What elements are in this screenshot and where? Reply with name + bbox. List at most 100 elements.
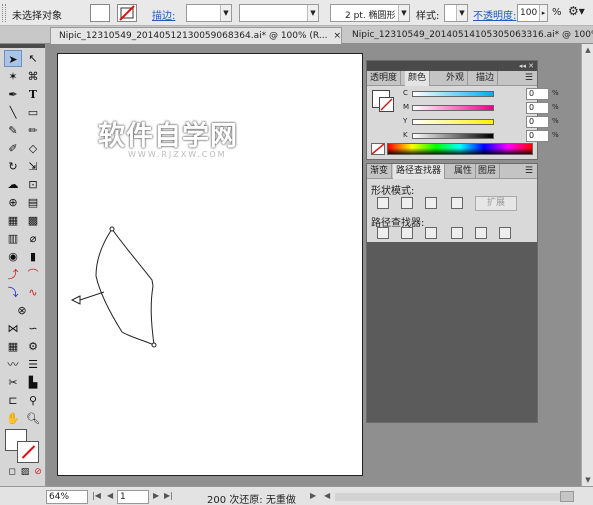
warp-tool-icon[interactable]: ☁ <box>4 176 22 193</box>
add-anchor-point-icon[interactable]: ⤴ <box>4 266 22 283</box>
panel-options-icon[interactable]: ⚙▾ <box>568 4 585 18</box>
artboard[interactable]: 软件自学网 WWW.RJZXW.COM <box>57 53 363 476</box>
crystallize-tool-icon[interactable]: ⚙ <box>24 338 42 355</box>
panel-menu-icon[interactable]: ☰ <box>525 73 533 83</box>
scroll-down-icon[interactable]: ▼ <box>582 474 593 486</box>
rectangle-tool-icon[interactable]: ▭ <box>24 104 42 121</box>
exclude-icon[interactable] <box>451 197 463 209</box>
stroke-color-swatch[interactable] <box>117 4 137 22</box>
stroke-link[interactable]: 描边: <box>152 7 175 22</box>
eyedropper-icon[interactable]: ⚲ <box>24 392 42 409</box>
live-paint-tool-icon[interactable]: ▤ <box>24 194 42 211</box>
column-graph-tool-icon[interactable]: ▮ <box>24 248 42 265</box>
rotate-tool-icon[interactable]: ↻ <box>4 158 22 175</box>
outline-icon[interactable] <box>475 227 487 239</box>
line-tool-icon[interactable]: ╲ <box>4 104 22 121</box>
artboard-tool-icon[interactable]: ⋈ <box>4 320 22 337</box>
curvature-tool-icon[interactable]: ∿ <box>24 284 42 301</box>
minus-back-icon[interactable] <box>499 227 511 239</box>
shape-builder-tool-icon[interactable]: ⊕ <box>4 194 22 211</box>
hand-tool-icon[interactable]: ✋ <box>4 410 22 427</box>
list-tool-icon[interactable]: ☰ <box>24 356 42 373</box>
last-page-icon[interactable]: ▶| <box>164 491 173 500</box>
slice-tool-icon[interactable]: ∽ <box>24 320 42 337</box>
intersect-icon[interactable] <box>425 197 437 209</box>
graph-tool-icon[interactable]: ▙ <box>24 374 42 391</box>
chart-tool-icon[interactable]: 〰 <box>4 356 22 373</box>
panel-menu-icon[interactable]: ☰ <box>525 166 533 176</box>
horizontal-scroll-thumb[interactable] <box>560 491 574 502</box>
scroll-left-icon[interactable]: ◀ <box>324 491 330 500</box>
c-value-input[interactable]: 0 <box>526 88 549 100</box>
first-page-icon[interactable]: |◀ <box>92 491 101 500</box>
magic-wand-tool-icon[interactable]: ✶ <box>4 68 22 85</box>
stroke-weight-dropdown[interactable]: ▼ <box>186 4 232 22</box>
tab-pathfinder[interactable]: 路径查找器 <box>393 164 446 179</box>
previous-page-icon[interactable]: ◀ <box>107 491 113 500</box>
trim-icon[interactable] <box>401 227 413 239</box>
document-tab-2[interactable]: Nipic_12310549_20140514105305063316.ai* … <box>344 27 593 44</box>
graphic-style-dropdown[interactable]: ▼ <box>444 4 468 22</box>
knife-tool-icon[interactable]: ✂ <box>4 374 22 391</box>
page-number-input[interactable]: 1 <box>117 490 149 504</box>
tab-layers[interactable]: 图层 <box>475 164 501 179</box>
m-slider[interactable] <box>412 105 494 111</box>
lasso-tool-icon[interactable]: ⌘ <box>24 68 42 85</box>
y-value-input[interactable]: 0 <box>526 116 549 128</box>
gradient-tool-icon[interactable]: ▥ <box>4 230 22 247</box>
scale-tool-icon[interactable]: ⇲ <box>24 158 42 175</box>
tab-stroke[interactable]: 描边 <box>473 71 499 86</box>
zoom-level-input[interactable]: 64% <box>46 490 88 504</box>
leaf-path-drawing[interactable] <box>58 54 364 477</box>
convert-anchor-point-icon[interactable]: ⌒ <box>24 266 42 283</box>
free-transform-tool-icon[interactable]: ⊡ <box>24 176 42 193</box>
minus-front-icon[interactable] <box>401 197 413 209</box>
k-slider[interactable] <box>412 133 494 139</box>
color-stroke-box[interactable] <box>379 97 394 112</box>
none-mode-icon[interactable]: ⊘ <box>29 464 47 481</box>
stroke-color-box[interactable] <box>17 441 39 463</box>
symbol-sprayer-tool-icon[interactable]: ⊗ <box>13 302 31 319</box>
color-spectrum-bar[interactable] <box>387 143 533 155</box>
m-value-input[interactable]: 0 <box>526 102 549 114</box>
c-slider[interactable] <box>412 91 494 97</box>
paintbrush-tool-icon[interactable]: ✎ <box>4 122 22 139</box>
direct-selection-tool-icon[interactable]: ↖ <box>24 50 42 67</box>
panel-header[interactable]: ◂◂ ✕ <box>367 61 537 71</box>
eraser-tool-icon[interactable]: ◇ <box>24 140 42 157</box>
tab-attributes[interactable]: 属性 <box>451 164 477 179</box>
horizontal-scroll-track[interactable] <box>335 493 565 501</box>
pen-tool-icon[interactable]: ✒ <box>4 86 22 103</box>
status-menu-icon[interactable]: ▶ <box>310 491 316 500</box>
perspective-grid-tool-icon[interactable]: ▦ <box>4 212 22 229</box>
tab-color[interactable]: 颜色 <box>405 71 431 86</box>
close-icon[interactable]: × <box>333 31 341 41</box>
opacity-link[interactable]: 不透明度: <box>473 7 516 22</box>
selection-tool-icon[interactable]: ➤ <box>4 50 22 67</box>
next-page-icon[interactable]: ▶ <box>153 491 159 500</box>
document-tab-1[interactable]: Nipic_12310549_20140512130059068364.ai* … <box>50 27 342 44</box>
pencil-tool-icon[interactable]: ✏ <box>24 122 42 139</box>
crop-tool-icon[interactable]: ⊏ <box>4 392 22 409</box>
expand-button[interactable]: 扩展 <box>475 196 517 211</box>
control-bar-grip[interactable] <box>2 4 6 22</box>
unite-icon[interactable] <box>377 197 389 209</box>
tab-transparency[interactable]: 透明度 <box>367 71 402 86</box>
mesh-tool-icon[interactable]: ▩ <box>24 212 42 229</box>
y-slider[interactable] <box>412 119 494 125</box>
blend-tool-icon[interactable]: ◉ <box>4 248 22 265</box>
width-tool-icon[interactable]: ⤵ <box>4 284 22 301</box>
crop-icon[interactable] <box>451 227 463 239</box>
blob-brush-tool-icon[interactable]: ✐ <box>4 140 22 157</box>
scroll-up-icon[interactable]: ▲ <box>582 44 593 56</box>
mesh-grid-icon[interactable]: ▦ <box>4 338 22 355</box>
type-tool-icon[interactable]: T <box>24 86 42 103</box>
k-value-input[interactable]: 0 <box>526 130 549 142</box>
fill-color-swatch[interactable] <box>90 4 110 22</box>
eyedropper-tool-icon[interactable]: ⌀ <box>24 230 42 247</box>
zoom-tool-icon[interactable]: 🔍︎ <box>24 410 42 427</box>
tools-panel-header[interactable] <box>0 44 45 48</box>
vertical-scrollbar[interactable]: ▲ ▼ <box>581 44 593 486</box>
opacity-input[interactable]: 100 ▸ <box>517 4 548 22</box>
tab-appearance[interactable]: 外观 <box>443 71 469 86</box>
